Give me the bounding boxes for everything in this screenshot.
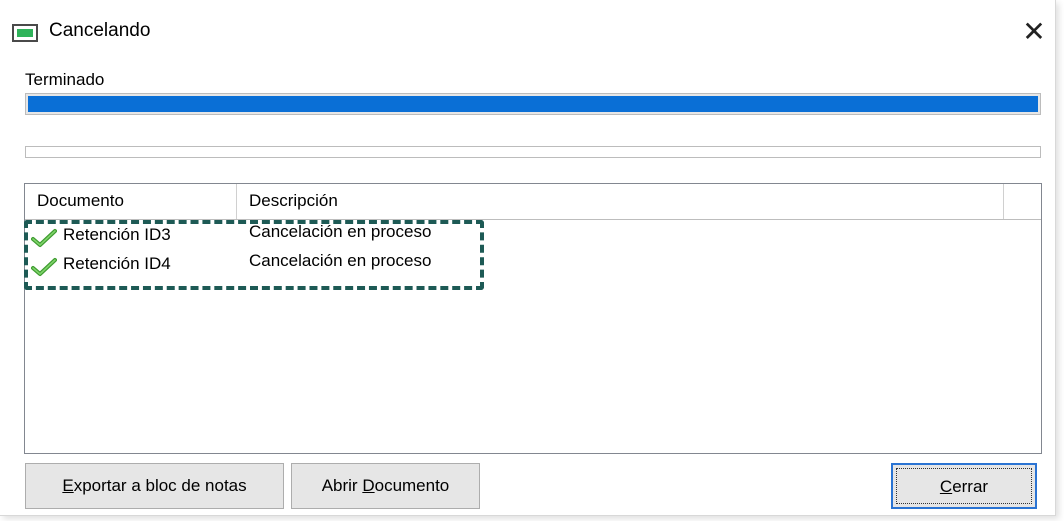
close-window-button[interactable]: ✕ [1014, 14, 1054, 50]
export-notepad-button[interactable]: Exportar a bloc de notas [25, 463, 284, 509]
column-header-extra[interactable] [1004, 184, 1041, 219]
secondary-progress-bar [25, 146, 1041, 158]
cancel-dialog: Cancelando ✕ Terminado Documento Descrip… [0, 0, 1056, 516]
column-header-descripcion[interactable]: Descripción [237, 184, 1004, 219]
row-descripcion: Cancelación en proceso [249, 222, 432, 241]
results-list[interactable]: Documento Descripción Retención ID3 Canc… [24, 183, 1042, 454]
column-header-documento[interactable]: Documento [25, 184, 237, 219]
row-documento: Retención ID4 [63, 254, 171, 273]
list-item[interactable]: Retención ID3 Cancelación en proceso [25, 222, 1041, 250]
close-button[interactable]: Cerrar [891, 463, 1037, 509]
open-document-button[interactable]: Abrir Documento [291, 463, 480, 509]
check-icon [31, 229, 57, 247]
list-item[interactable]: Retención ID4 Cancelación en proceso [25, 251, 1041, 279]
list-header: Documento Descripción [25, 184, 1041, 220]
row-descripcion: Cancelación en proceso [249, 251, 432, 270]
main-progress-bar [25, 93, 1041, 115]
status-label: Terminado [25, 70, 105, 89]
title-bar: Cancelando ✕ [0, 0, 1056, 62]
main-progress-fill [28, 96, 1038, 112]
window-icon [12, 24, 38, 42]
row-documento: Retención ID3 [63, 225, 171, 244]
window-title: Cancelando [49, 20, 151, 41]
check-icon [31, 258, 57, 276]
